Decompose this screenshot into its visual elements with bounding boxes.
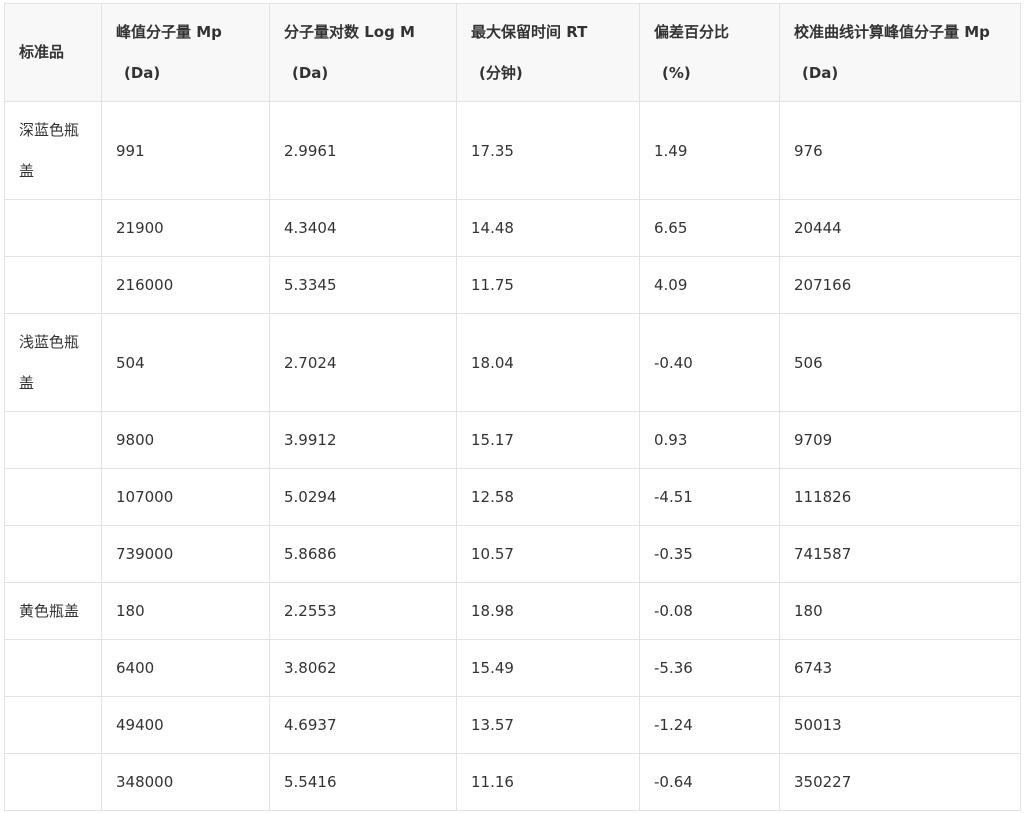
header-calc-mp: 校准曲线计算峰值分子量 Mp (Da)	[779, 3, 1021, 102]
cell-logm: 3.8062	[269, 639, 457, 697]
cell-mp: 504	[101, 313, 270, 412]
table-row: 深蓝色瓶盖 991 2.9961 17.35 1.49 976	[4, 101, 1021, 200]
table-row: 216000 5.3345 11.75 4.09 207166	[4, 256, 1021, 314]
table-row: 6400 3.8062 15.49 -5.36 6743	[4, 639, 1021, 697]
cell-deviation: -0.35	[639, 525, 780, 583]
header-calc-mp-unit: (Da)	[802, 63, 839, 82]
header-standard: 标准品	[4, 3, 102, 102]
cell-standard	[4, 753, 102, 811]
header-deviation: 偏差百分比 (%)	[639, 3, 780, 102]
header-deviation-label: 偏差百分比	[654, 22, 730, 41]
cell-calc-mp: 207166	[779, 256, 1021, 314]
cell-mp: 107000	[101, 468, 270, 526]
cell-standard	[4, 411, 102, 469]
table-row: 黄色瓶盖 180 2.2553 18.98 -0.08 180	[4, 582, 1021, 640]
cell-deviation: -1.24	[639, 696, 780, 754]
header-mp-label: 峰值分子量 Mp	[116, 22, 222, 41]
table-header-row: 标准品 峰值分子量 Mp (Da) 分子量对数 Log M (Da) 最大保留时间 …	[4, 3, 1021, 102]
cell-calc-mp: 111826	[779, 468, 1021, 526]
cell-rt: 14.48	[456, 199, 640, 257]
header-calc-mp-label: 校准曲线计算峰值分子量 Mp	[794, 22, 990, 41]
header-logm: 分子量对数 Log M (Da)	[269, 3, 457, 102]
cell-rt: 13.57	[456, 696, 640, 754]
table-row: 739000 5.8686 10.57 -0.35 741587	[4, 525, 1021, 583]
table-row: 9800 3.9912 15.17 0.93 9709	[4, 411, 1021, 469]
cell-rt: 11.75	[456, 256, 640, 314]
cell-calc-mp: 9709	[779, 411, 1021, 469]
cell-logm: 3.9912	[269, 411, 457, 469]
cell-standard	[4, 696, 102, 754]
cell-mp: 49400	[101, 696, 270, 754]
cell-logm: 2.9961	[269, 101, 457, 200]
cell-standard: 深蓝色瓶盖	[4, 101, 102, 200]
cell-standard	[4, 639, 102, 697]
cell-logm: 4.6937	[269, 696, 457, 754]
cell-calc-mp: 20444	[779, 199, 1021, 257]
cell-rt: 17.35	[456, 101, 640, 200]
cell-standard	[4, 256, 102, 314]
cell-mp: 991	[101, 101, 270, 200]
cell-deviation: -5.36	[639, 639, 780, 697]
cell-deviation: 6.65	[639, 199, 780, 257]
header-rt-label: 最大保留时间 RT	[471, 22, 588, 41]
cell-rt: 12.58	[456, 468, 640, 526]
cell-deviation: -0.64	[639, 753, 780, 811]
cell-mp: 348000	[101, 753, 270, 811]
cell-calc-mp: 50013	[779, 696, 1021, 754]
cell-logm: 2.7024	[269, 313, 457, 412]
cell-mp: 9800	[101, 411, 270, 469]
cell-deviation: 4.09	[639, 256, 780, 314]
cell-rt: 15.17	[456, 411, 640, 469]
table-row: 107000 5.0294 12.58 -4.51 111826	[4, 468, 1021, 526]
cell-mp: 6400	[101, 639, 270, 697]
header-mp-unit: (Da)	[124, 63, 161, 82]
cell-rt: 18.04	[456, 313, 640, 412]
cell-calc-mp: 6743	[779, 639, 1021, 697]
cell-mp: 739000	[101, 525, 270, 583]
cell-rt: 10.57	[456, 525, 640, 583]
header-mp: 峰值分子量 Mp (Da)	[101, 3, 270, 102]
header-logm-unit: (Da)	[292, 63, 329, 82]
cell-calc-mp: 180	[779, 582, 1021, 640]
cell-deviation: -0.40	[639, 313, 780, 412]
cell-logm: 5.3345	[269, 256, 457, 314]
cell-calc-mp: 976	[779, 101, 1021, 200]
table-row: 348000 5.5416 11.16 -0.64 350227	[4, 753, 1021, 811]
cell-deviation: -4.51	[639, 468, 780, 526]
header-standard-label: 标准品	[19, 43, 65, 61]
cell-calc-mp: 350227	[779, 753, 1021, 811]
cell-logm: 2.2553	[269, 582, 457, 640]
cell-logm: 5.0294	[269, 468, 457, 526]
cell-mp: 216000	[101, 256, 270, 314]
header-rt: 最大保留时间 RT (分钟)	[456, 3, 640, 102]
cell-rt: 18.98	[456, 582, 640, 640]
table-row: 49400 4.6937 13.57 -1.24 50013	[4, 696, 1021, 754]
cell-deviation: -0.08	[639, 582, 780, 640]
header-deviation-unit: (%)	[662, 63, 691, 82]
cell-logm: 5.5416	[269, 753, 457, 811]
cell-mp: 180	[101, 582, 270, 640]
table-row: 浅蓝色瓶盖 504 2.7024 18.04 -0.40 506	[4, 313, 1021, 412]
cell-rt: 15.49	[456, 639, 640, 697]
cell-standard	[4, 199, 102, 257]
cell-standard: 黄色瓶盖	[4, 582, 102, 640]
cell-standard: 浅蓝色瓶盖	[4, 313, 102, 412]
cell-calc-mp: 741587	[779, 525, 1021, 583]
cell-calc-mp: 506	[779, 313, 1021, 412]
calibration-table: 标准品 峰值分子量 Mp (Da) 分子量对数 Log M (Da) 最大保留时间 …	[4, 3, 1021, 811]
cell-standard	[4, 468, 102, 526]
header-rt-unit: (分钟)	[479, 63, 523, 82]
cell-logm: 4.3404	[269, 199, 457, 257]
cell-logm: 5.8686	[269, 525, 457, 583]
header-logm-label: 分子量对数 Log M	[284, 22, 415, 41]
cell-mp: 21900	[101, 199, 270, 257]
cell-rt: 11.16	[456, 753, 640, 811]
table-row: 21900 4.3404 14.48 6.65 20444	[4, 199, 1021, 257]
cell-standard	[4, 525, 102, 583]
cell-deviation: 1.49	[639, 101, 780, 200]
cell-deviation: 0.93	[639, 411, 780, 469]
